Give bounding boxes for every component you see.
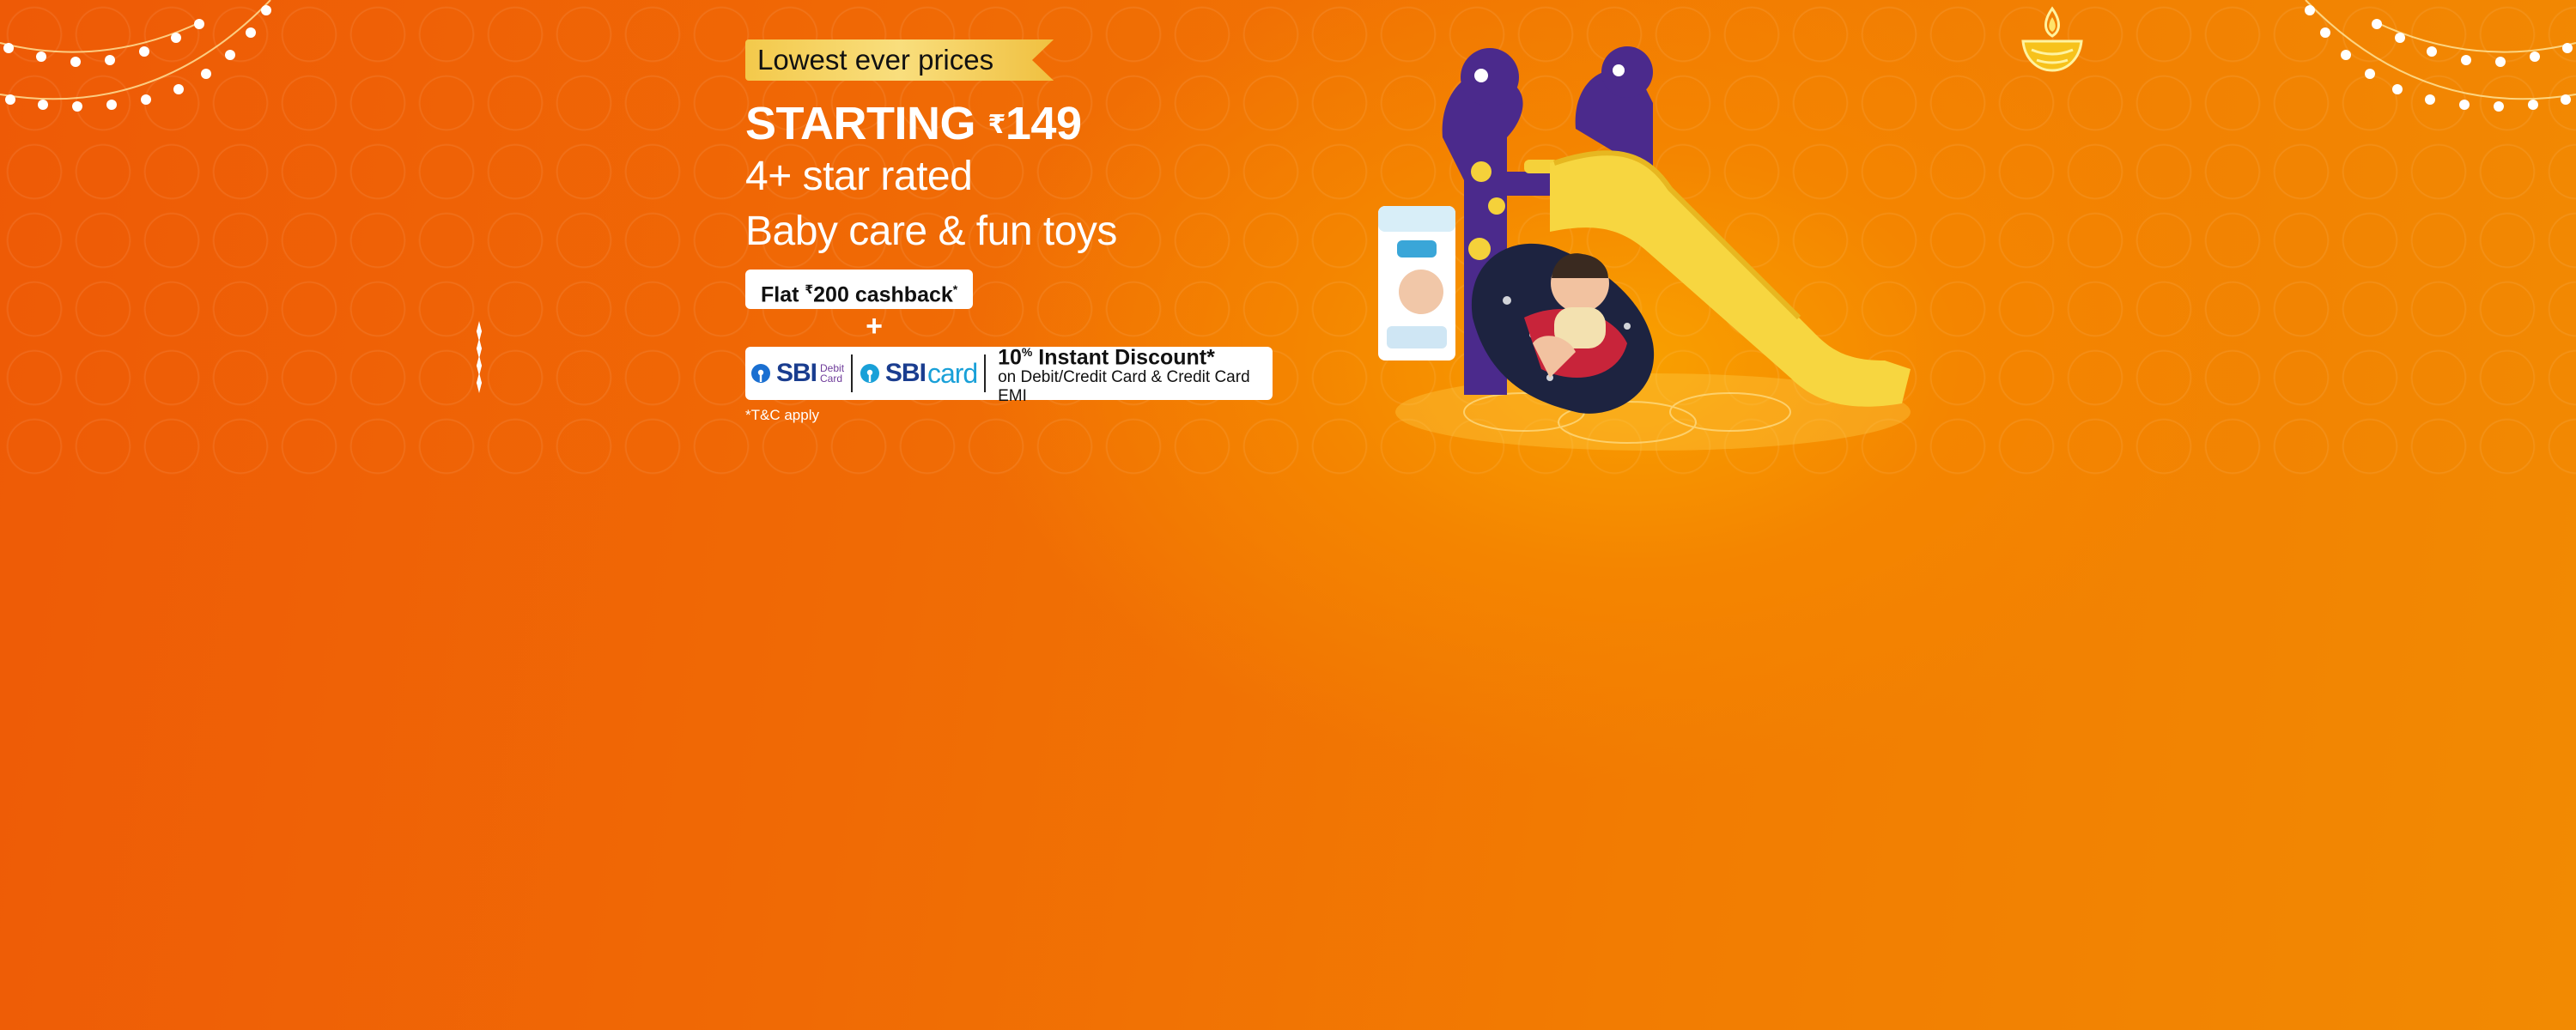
lowest-price-ribbon: Lowest ever prices bbox=[745, 39, 1054, 81]
starting-price: STARTING ₹149 bbox=[745, 98, 1295, 149]
terms-note: *T&C apply bbox=[745, 407, 819, 423]
festive-string-lights-icon bbox=[0, 0, 271, 112]
cashback-text: 200 cashback bbox=[813, 282, 953, 307]
logo-divider bbox=[851, 354, 853, 392]
discount-label: Instant Discount* bbox=[1032, 345, 1215, 370]
cashback-prefix: Flat bbox=[761, 282, 805, 307]
discount-text: 10% Instant Discount* on Debit/Credit Ca… bbox=[998, 341, 1267, 406]
sparkle-icon bbox=[477, 321, 482, 393]
ribbon-text: Lowest ever prices bbox=[757, 44, 994, 76]
headline-line-1: 4+ star rated bbox=[745, 154, 973, 199]
promo-banner[interactable]: Lowest ever prices STARTING ₹149 4+ star… bbox=[0, 0, 2576, 1030]
promo-copy: Lowest ever prices STARTING ₹149 4+ star… bbox=[745, 39, 1295, 424]
card-word: card bbox=[927, 357, 978, 389]
sbi-card-logo: SBI card bbox=[860, 357, 978, 390]
price-value: 149 bbox=[1005, 98, 1082, 149]
plus-sign: + bbox=[866, 310, 883, 342]
offer-divider bbox=[984, 354, 987, 392]
starting-label: STARTING bbox=[745, 98, 975, 149]
product-image bbox=[1378, 46, 1911, 451]
card-label: Card bbox=[820, 373, 843, 385]
cashback-star: * bbox=[952, 282, 958, 296]
discount-subtitle: on Debit/Credit Card & Credit Card EMI bbox=[998, 368, 1250, 406]
rupee-symbol: ₹ bbox=[987, 111, 1006, 139]
diya-lamp-icon bbox=[2021, 6, 2083, 72]
discount-unit: % bbox=[1021, 344, 1033, 359]
bank-offer-strip: SBI Debit Card SBI card 10% Instant Disc… bbox=[745, 345, 1273, 405]
festive-string-lights-icon bbox=[2305, 0, 2576, 112]
discount-value: 10 bbox=[998, 345, 1022, 370]
sbi-logo-icon bbox=[751, 364, 770, 383]
cashback-rupee: ₹ bbox=[805, 282, 814, 296]
sbi-card-word: SBI bbox=[884, 359, 927, 387]
headline-line-2: Baby care & fun toys bbox=[745, 209, 1117, 254]
sbi-debit-logo: SBI Debit Card bbox=[750, 359, 844, 388]
debit-card-label: Debit Card bbox=[820, 363, 844, 384]
sbi-debit-word: SBI bbox=[776, 359, 817, 387]
cashback-badge: Flat ₹200 cashback* bbox=[745, 270, 974, 309]
discount-title: 10% Instant Discount* bbox=[998, 341, 1267, 368]
sbi-logo-icon bbox=[860, 364, 879, 383]
